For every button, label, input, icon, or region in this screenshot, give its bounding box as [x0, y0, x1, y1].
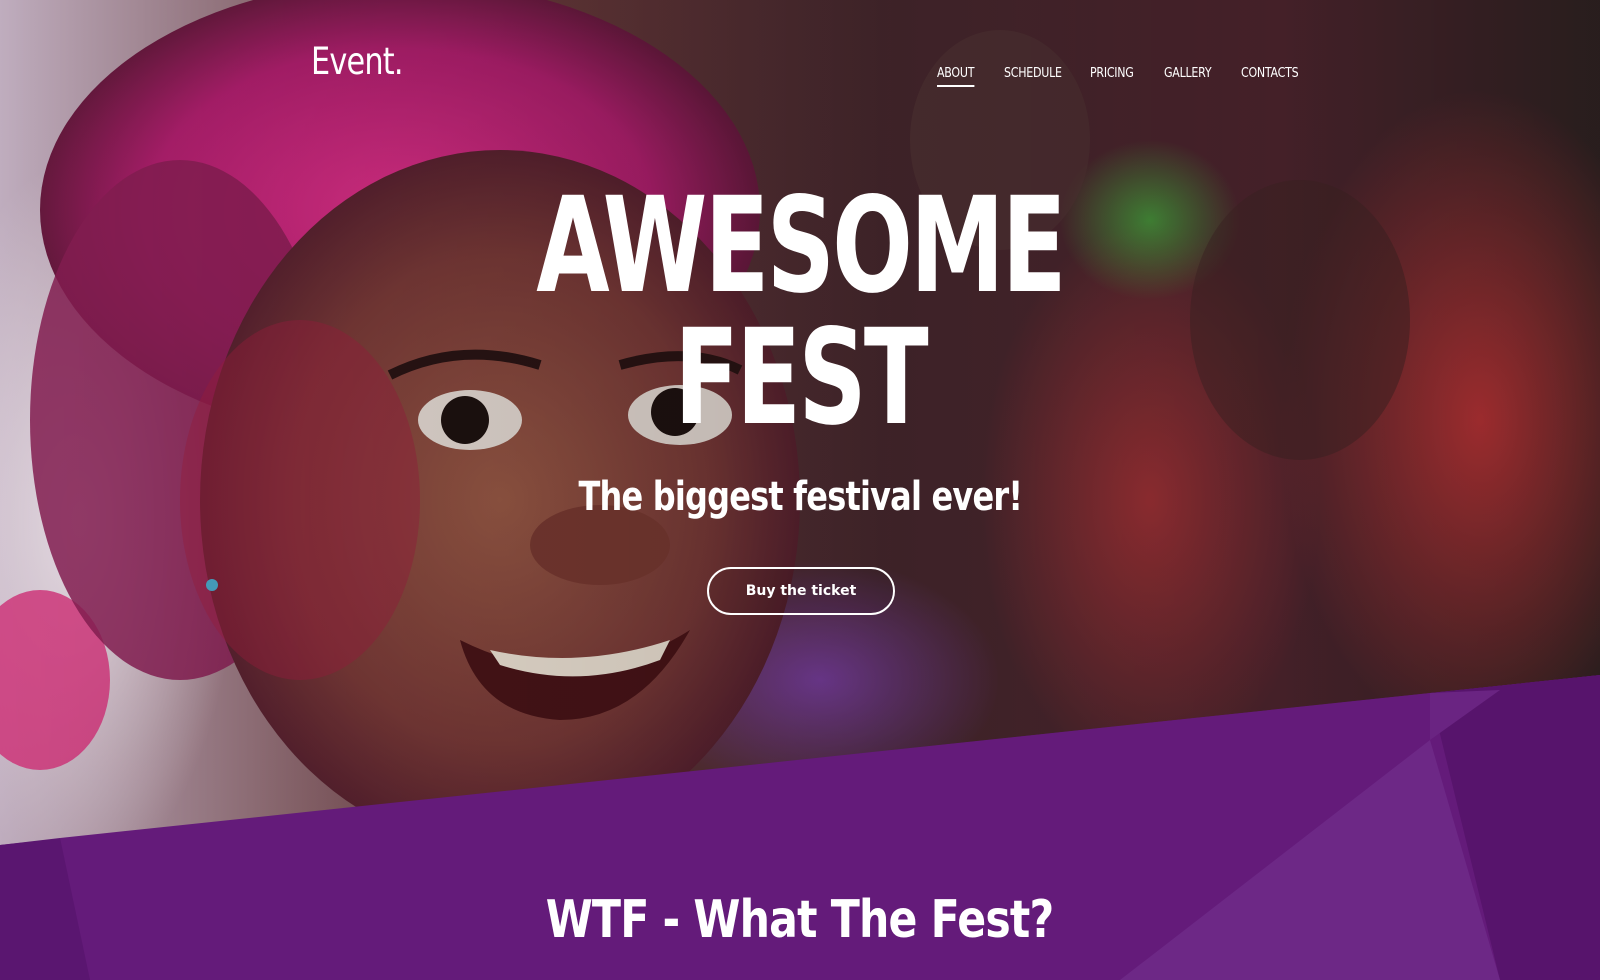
hero-title: AWESOME FEST	[0, 180, 1600, 444]
hero-title-line-2: FEST	[674, 301, 928, 455]
nav-item-gallery[interactable]: GALLERY	[1164, 66, 1212, 85]
hero-title-line-1: AWESOME	[536, 169, 1067, 323]
about-section-title: WTF - What The Fest?	[0, 890, 1600, 950]
buy-ticket-button[interactable]: Buy the ticket	[707, 567, 895, 615]
nav-item-contacts[interactable]: CONTACTS	[1241, 66, 1299, 85]
nav-item-schedule[interactable]: SCHEDULE	[1004, 66, 1062, 85]
hero-subtitle: The biggest festival ever!	[0, 474, 1600, 520]
nav-item-about[interactable]: ABOUT	[937, 66, 974, 87]
about-title-text: WTF - What The Fest?	[546, 890, 1054, 950]
hero-subtitle-text: The biggest festival ever!	[578, 474, 1022, 520]
nav-item-pricing[interactable]: PRICING	[1090, 66, 1134, 85]
brand-logo[interactable]: Event.	[311, 40, 403, 83]
landing-page: Event. ABOUT SCHEDULE PRICING GALLERY CO…	[0, 0, 1600, 980]
